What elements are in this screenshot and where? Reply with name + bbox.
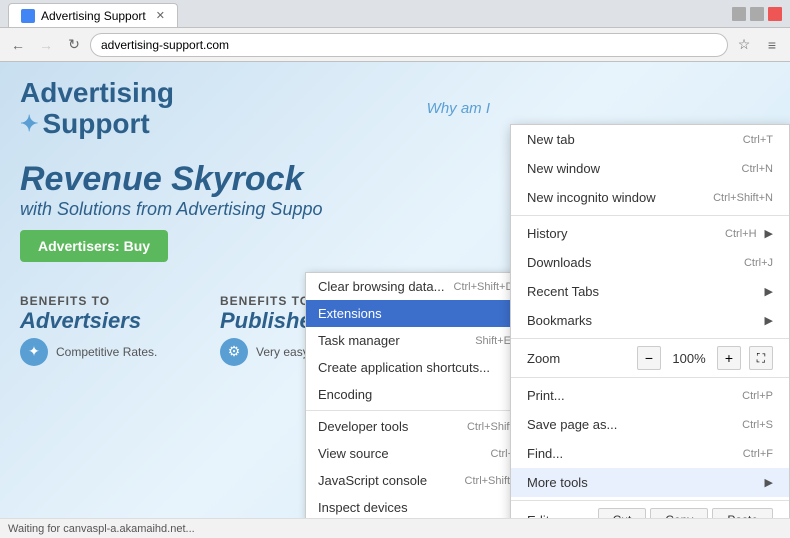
zoom-minus-button[interactable]: − bbox=[637, 346, 661, 370]
zoom-row: Zoom − 100% + ⛶ bbox=[511, 342, 789, 374]
reload-button[interactable]: ↻ bbox=[62, 33, 86, 57]
chrome-menu-new-window[interactable]: New window Ctrl+N bbox=[511, 154, 789, 183]
status-bar: Waiting for canvaspl-a.akamaihd.net... bbox=[0, 518, 790, 538]
menu-item-js-console[interactable]: JavaScript console Ctrl+Shift+J bbox=[306, 467, 534, 494]
close-button[interactable] bbox=[768, 7, 782, 21]
benefit-item-text-1: Competitive Rates. bbox=[56, 345, 157, 359]
logo-line2-container: ✦ Support bbox=[20, 109, 174, 140]
menu-item-extensions[interactable]: Extensions bbox=[306, 300, 534, 327]
benefit-icon-2: ⚙ bbox=[220, 338, 248, 366]
benefit-title-1: Advertsiers bbox=[20, 308, 200, 334]
edit-label: Edit bbox=[527, 513, 549, 519]
chrome-menu-save-page[interactable]: Save page as... Ctrl+S bbox=[511, 410, 789, 439]
minimize-button[interactable] bbox=[732, 7, 746, 21]
copy-button[interactable]: Copy bbox=[650, 508, 708, 518]
forward-button[interactable]: → bbox=[34, 33, 58, 57]
zoom-plus-button[interactable]: + bbox=[717, 346, 741, 370]
status-text: Waiting for canvaspl-a.akamaihd.net... bbox=[8, 523, 195, 535]
titlebar: Advertising Support ✕ bbox=[0, 0, 790, 28]
maximize-button[interactable] bbox=[750, 7, 764, 21]
address-bar[interactable] bbox=[90, 33, 728, 57]
context-menu: Clear browsing data... Ctrl+Shift+Del Ex… bbox=[305, 272, 535, 518]
chrome-menu-find[interactable]: Find... Ctrl+F bbox=[511, 439, 789, 468]
bookmark-button[interactable]: ☆ bbox=[732, 33, 756, 57]
menu-button[interactable]: ≡ bbox=[760, 33, 784, 57]
zoom-controls: − 100% + ⛶ bbox=[637, 346, 773, 370]
toolbar-icons: ☆ ≡ bbox=[732, 33, 784, 57]
chrome-menu-print[interactable]: Print... Ctrl+P bbox=[511, 381, 789, 410]
gear-icon: ✦ bbox=[20, 112, 38, 136]
tab-close-button[interactable]: ✕ bbox=[156, 9, 165, 22]
chrome-menu: New tab Ctrl+T New window Ctrl+N New inc… bbox=[510, 124, 790, 518]
website-content: Advertising ✦ Support Why am I Revenue S… bbox=[0, 62, 790, 518]
chrome-menu-new-tab[interactable]: New tab Ctrl+T bbox=[511, 125, 789, 154]
benefit-col-advertisers: BENEFITS TO Advertsiers ✦ Competitive Ra… bbox=[20, 294, 200, 366]
benefit-icon-1: ✦ bbox=[20, 338, 48, 366]
active-tab[interactable]: Advertising Support ✕ bbox=[8, 3, 178, 27]
menu-item-inspect-devices[interactable]: Inspect devices bbox=[306, 494, 534, 518]
menu-item-encoding[interactable]: Encoding ▶ bbox=[306, 381, 534, 408]
chrome-separator-4 bbox=[511, 500, 789, 501]
menu-item-clear-browsing[interactable]: Clear browsing data... Ctrl+Shift+Del bbox=[306, 273, 534, 300]
menu-item-view-source[interactable]: View source Ctrl+U bbox=[306, 440, 534, 467]
edit-buttons: Cut Copy Paste bbox=[598, 508, 773, 518]
chrome-menu-recent-tabs[interactable]: Recent Tabs ▶ bbox=[511, 277, 789, 306]
chrome-separator-2 bbox=[511, 338, 789, 339]
site-tagline: Why am I bbox=[427, 100, 770, 117]
tab-favicon bbox=[21, 9, 35, 23]
zoom-value: 100% bbox=[669, 351, 709, 366]
site-logo: Advertising ✦ Support bbox=[20, 78, 174, 140]
chrome-menu-downloads[interactable]: Downloads Ctrl+J bbox=[511, 248, 789, 277]
menu-item-developer-tools[interactable]: Developer tools Ctrl+Shift+I bbox=[306, 413, 534, 440]
chrome-separator-3 bbox=[511, 377, 789, 378]
logo-line2: Support bbox=[42, 109, 149, 140]
menu-item-task-manager[interactable]: Task manager Shift+Esc bbox=[306, 327, 534, 354]
menu-item-create-shortcuts[interactable]: Create application shortcuts... bbox=[306, 354, 534, 381]
browser-toolbar: ← → ↻ ☆ ≡ bbox=[0, 28, 790, 62]
menu-separator-1 bbox=[306, 410, 534, 411]
chrome-menu-more-tools[interactable]: More tools ▶ bbox=[511, 468, 789, 497]
zoom-label: Zoom bbox=[527, 351, 560, 366]
cta-button[interactable]: Advertisers: Buy bbox=[20, 230, 168, 262]
edit-row: Edit Cut Copy Paste bbox=[511, 504, 789, 518]
chrome-menu-bookmarks[interactable]: Bookmarks ▶ bbox=[511, 306, 789, 335]
benefit-item-1: ✦ Competitive Rates. bbox=[20, 338, 200, 366]
logo-line1: Advertising bbox=[20, 78, 174, 109]
zoom-fullscreen-button[interactable]: ⛶ bbox=[749, 346, 773, 370]
paste-button[interactable]: Paste bbox=[712, 508, 773, 518]
chrome-menu-history[interactable]: History Ctrl+H▶ bbox=[511, 219, 789, 248]
chrome-separator-1 bbox=[511, 215, 789, 216]
tab-title: Advertising Support bbox=[41, 9, 146, 23]
cut-button[interactable]: Cut bbox=[598, 508, 647, 518]
tab-bar: Advertising Support ✕ bbox=[8, 0, 178, 27]
back-button[interactable]: ← bbox=[6, 33, 30, 57]
chrome-menu-incognito[interactable]: New incognito window Ctrl+Shift+N bbox=[511, 183, 789, 212]
benefit-label-1: BENEFITS TO bbox=[20, 294, 200, 308]
